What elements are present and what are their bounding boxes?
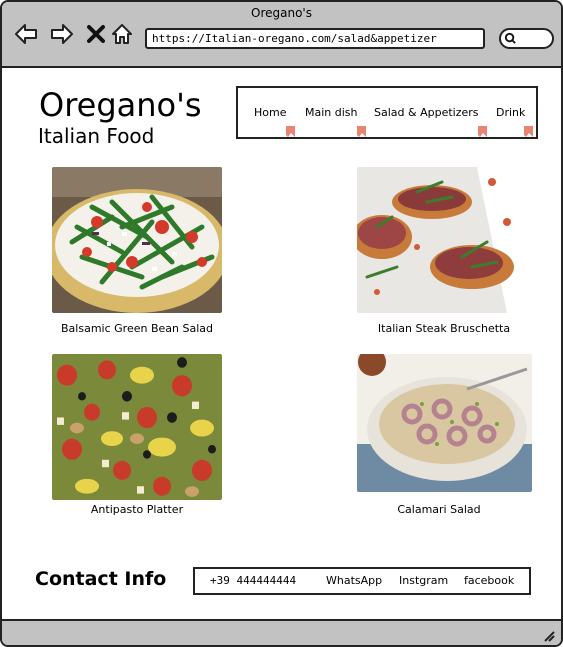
contact-facebook-link[interactable]: facebook — [464, 574, 514, 587]
close-icon[interactable] — [84, 22, 108, 46]
dish-caption: Balsamic Green Bean Salad — [61, 322, 213, 335]
resize-grip-icon[interactable] — [541, 628, 555, 642]
pointer-icon — [286, 126, 295, 137]
browser-toolbar: Oregano's https://Italian-oregano.com/sa… — [2, 2, 561, 68]
window-title: Oregano's — [251, 6, 312, 20]
site-brand: Oregano's — [39, 86, 202, 124]
contact-whatsapp-link[interactable]: WhatsApp — [326, 574, 382, 587]
dish-image-antipasto-platter[interactable] — [52, 354, 222, 500]
contact-heading: Contact Info — [35, 568, 167, 590]
dish-caption: Antipasto Platter — [90, 503, 184, 516]
browser-search-field[interactable] — [499, 28, 554, 49]
status-bar — [2, 619, 561, 645]
browser-window: Oregano's https://Italian-oregano.com/sa… — [0, 0, 563, 647]
url-input[interactable]: https://Italian-oregano.com/salad&appeti… — [145, 28, 485, 49]
pointer-icon — [478, 126, 487, 137]
nav-item-home[interactable]: Home — [254, 106, 286, 119]
search-icon — [504, 32, 516, 44]
nav-item-main-dish[interactable]: Main dish — [305, 106, 358, 119]
dish-caption: Italian Steak Bruschetta — [377, 322, 511, 335]
nav-item-drink[interactable]: Drink — [496, 106, 525, 119]
contact-bar: +39 444444444 WhatsApp Instgram facebook — [193, 567, 531, 595]
contact-phone[interactable]: +39 444444444 — [210, 574, 296, 587]
dish-image-calamari-salad[interactable] — [357, 354, 532, 492]
pointer-icon — [524, 126, 533, 137]
main-nav: Home Main dish Salad & Appetizers Drink — [236, 86, 538, 139]
dish-caption: Calamari Salad — [397, 503, 481, 516]
site-tagline: Italian Food — [38, 124, 155, 148]
home-icon[interactable] — [110, 22, 134, 46]
dish-image-green-bean-salad[interactable] — [52, 167, 222, 313]
arrow-right-icon[interactable] — [50, 22, 74, 46]
nav-item-salad-appetizers[interactable]: Salad & Appetizers — [374, 106, 479, 119]
arrow-left-icon[interactable] — [14, 22, 38, 46]
dish-image-steak-bruschetta[interactable] — [357, 167, 532, 313]
pointer-icon — [357, 126, 366, 137]
contact-instagram-link[interactable]: Instgram — [399, 574, 448, 587]
